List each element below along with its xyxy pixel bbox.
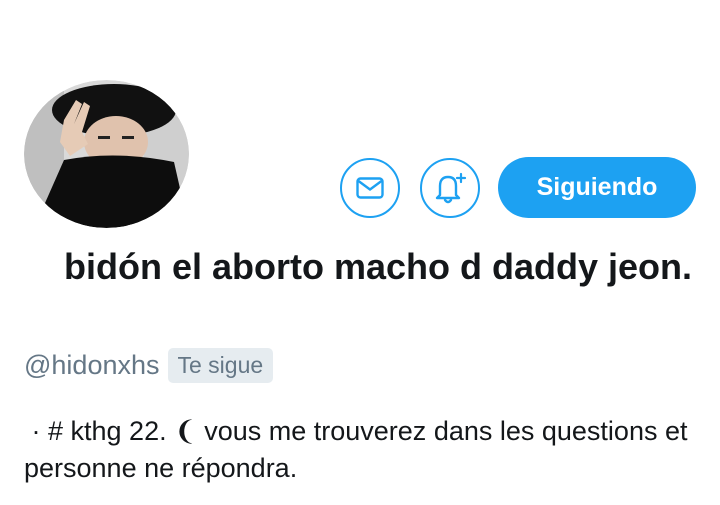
user-handle[interactable]: @hidonxhs bbox=[24, 350, 160, 381]
follows-you-badge: Te sigue bbox=[167, 348, 274, 383]
profile-header: Siguiendo bidón el aborto macho d daddy … bbox=[0, 0, 720, 505]
avatar-photo bbox=[24, 80, 189, 228]
display-name: bidón el aborto macho d daddy jeon. bbox=[64, 246, 693, 287]
notifications-button[interactable] bbox=[420, 158, 480, 218]
handle-row: @hidonxhs Te sigue bbox=[24, 348, 274, 383]
avatar[interactable] bbox=[24, 80, 189, 228]
following-button[interactable]: Siguiendo bbox=[498, 157, 696, 218]
profile-bio: · # kthg 22. ❨ vous me trouverez dans le… bbox=[24, 416, 695, 483]
message-button[interactable] bbox=[340, 158, 400, 218]
envelope-icon bbox=[356, 177, 384, 199]
bell-plus-icon bbox=[435, 172, 467, 204]
